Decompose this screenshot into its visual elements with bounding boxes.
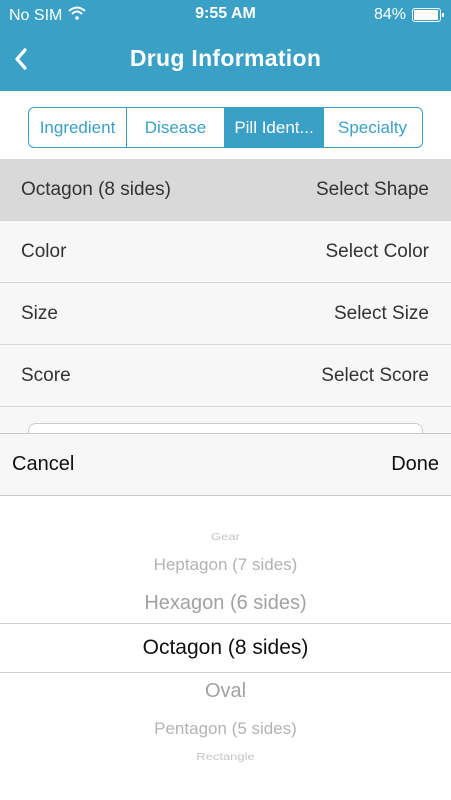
picker-option-selected[interactable]: Octagon (8 sides) xyxy=(0,636,451,660)
tab-ingredient[interactable]: Ingredient xyxy=(29,108,127,147)
select-score-label: Select Score xyxy=(321,364,429,386)
segmented-control: Ingredient Disease Pill Ident... Special… xyxy=(28,107,423,148)
picker-option[interactable]: Pentagon (5 sides) xyxy=(0,719,451,739)
page-title: Drug Information xyxy=(129,45,322,71)
cancel-button[interactable]: Cancel xyxy=(12,453,74,476)
status-bar: No SIM 9:55 AM 84% xyxy=(0,0,451,30)
size-label: Size xyxy=(21,302,58,324)
battery-icon xyxy=(412,8,444,22)
color-row[interactable]: Color Select Color xyxy=(0,221,451,283)
shape-value: Octagon (8 sides) xyxy=(21,178,171,200)
tab-pill-identifier[interactable]: Pill Ident... xyxy=(225,108,324,147)
segment-bar: Ingredient Disease Pill Ident... Special… xyxy=(0,91,451,159)
picker-toolbar: Cancel Done xyxy=(0,433,451,496)
picker-option[interactable]: Rectangle xyxy=(0,751,451,763)
shape-picker[interactable]: ​ Gear Heptagon (7 sides) Hexagon (6 sid… xyxy=(0,496,451,800)
navigation-bar: Drug Information xyxy=(0,30,451,91)
picker-option[interactable]: Oval xyxy=(0,680,451,703)
done-button[interactable]: Done xyxy=(391,453,439,476)
score-label: Score xyxy=(21,364,71,386)
header: No SIM 9:55 AM 84% Drug Information xyxy=(0,0,451,91)
picker-option[interactable]: Heptagon (7 sides) xyxy=(0,555,451,575)
select-color-label: Select Color xyxy=(325,240,430,262)
battery-percent: 84% xyxy=(373,6,406,23)
select-size-label: Select Size xyxy=(333,302,429,324)
color-label: Color xyxy=(21,240,67,262)
size-row[interactable]: Size Select Size xyxy=(0,283,451,345)
shape-row[interactable]: Octagon (8 sides) Select Shape xyxy=(0,159,451,221)
tab-disease[interactable]: Disease xyxy=(127,108,225,147)
select-shape-label: Select Shape xyxy=(315,178,429,200)
tab-specialty[interactable]: Specialty xyxy=(324,108,421,147)
picker-option[interactable]: Gear xyxy=(0,531,451,543)
picker-option-faded: ​ xyxy=(0,518,451,524)
score-row[interactable]: Score Select Score xyxy=(0,345,451,407)
picker-option[interactable]: Hexagon (6 sides) xyxy=(0,592,451,615)
